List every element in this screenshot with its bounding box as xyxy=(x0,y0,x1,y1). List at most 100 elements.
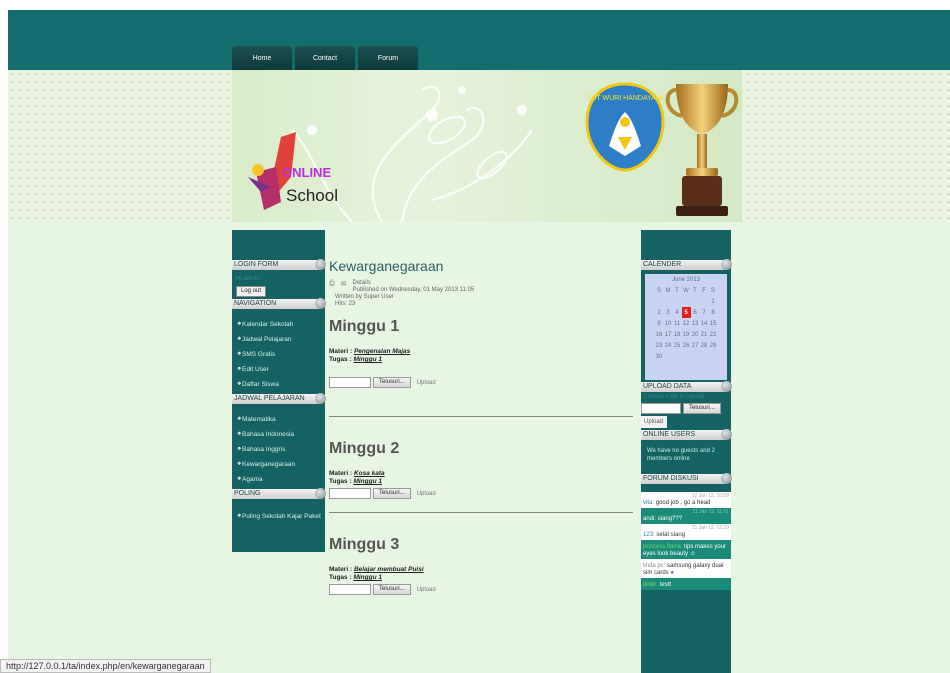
calendar-day[interactable]: 18 xyxy=(673,329,682,340)
calendar-day[interactable] xyxy=(691,296,700,307)
calendar-day[interactable]: 7 xyxy=(700,307,709,318)
week-2-tugas: Tugas : Minggu 1 xyxy=(329,478,639,486)
poling-title-label: POLING xyxy=(234,490,261,497)
week-1-materi-link[interactable]: Pengenalan Majas xyxy=(354,348,410,355)
calendar-day[interactable]: 9 xyxy=(655,318,664,329)
calendar-day[interactable]: 16 xyxy=(655,329,664,340)
calendar-day[interactable] xyxy=(664,296,673,307)
calendar-day[interactable] xyxy=(655,296,664,307)
calendar-day[interactable] xyxy=(682,351,691,362)
nav-item-kalendar-sekolah[interactable]: Kalendar Sekolah xyxy=(232,317,325,332)
week-3-browse-button[interactable]: Telusuri... xyxy=(373,584,411,595)
jadwal-title-label: JADWAL PELAJARAN xyxy=(234,395,305,402)
calendar-day[interactable]: 2 xyxy=(655,307,664,318)
logo-word-online: ONLINE xyxy=(282,165,332,180)
calendar-day-today[interactable]: 5 xyxy=(681,307,691,318)
calendar-month: June 2013 xyxy=(671,277,701,283)
week-2-tugas-link[interactable]: Minggu 1 xyxy=(353,478,382,485)
calendar-day[interactable]: 10 xyxy=(664,318,673,329)
poll-item[interactable]: Poling Sekolah Kajar Paket xyxy=(232,509,325,524)
calendar-day[interactable]: 1 xyxy=(709,296,718,307)
calendar-day[interactable]: 20 xyxy=(691,329,700,340)
chat-time: 12 Jan 13, 10:59 xyxy=(691,493,729,499)
calendar-day[interactable]: 14 xyxy=(700,318,709,329)
calendar-day[interactable]: 6 xyxy=(691,307,700,318)
calendar-widget: June 2013 S M T W T F S 1 2 3 4 5 6 7 8 … xyxy=(645,274,727,380)
calendar-day[interactable]: 23 xyxy=(655,340,664,351)
calendar-day[interactable]: 17 xyxy=(664,329,673,340)
jadwal-item-agama[interactable]: Agama xyxy=(232,472,325,487)
calendar-day[interactable]: 22 xyxy=(709,329,718,340)
calendar-day[interactable] xyxy=(700,296,709,307)
calendar-day[interactable]: 11 xyxy=(673,318,682,329)
week-1-upload-button[interactable]: Upload xyxy=(417,380,436,386)
jadwal-item-kewarganegaraan[interactable]: Kewarganegaraan xyxy=(232,457,325,472)
chat-author[interactable]: princess fiorra: xyxy=(643,544,682,550)
nav-forum[interactable]: Forum xyxy=(358,46,418,70)
calendar-day[interactable]: 12 xyxy=(682,318,691,329)
week-3-materi-link[interactable]: Belajar membuat Puisi xyxy=(354,566,424,573)
calendar-day[interactable]: 27 xyxy=(691,340,700,351)
ball-icon xyxy=(721,429,732,440)
logout-button[interactable]: Log out xyxy=(236,286,266,297)
calendar-day[interactable] xyxy=(691,351,700,362)
chat-box: 12 Jan 13, 10:59 vita: good job , go a h… xyxy=(641,492,731,642)
calendar-day[interactable] xyxy=(682,296,691,307)
nav-item-sms-gratis[interactable]: SMS Gratis xyxy=(232,347,325,362)
nav-home[interactable]: Home xyxy=(232,46,292,70)
print-icon[interactable]: ⎙ xyxy=(329,280,335,288)
sidebar-browse-button[interactable]: Telusuri... xyxy=(683,403,721,414)
week-3-tugas-link[interactable]: Minggu 1 xyxy=(353,574,382,581)
forum-title: FORUM DISKUSI xyxy=(641,473,732,484)
chat-message: 12 Jan 13, 10:59 vita: good job , go a h… xyxy=(641,492,731,508)
calendar-day[interactable] xyxy=(700,351,709,362)
nav-contact[interactable]: Contact xyxy=(295,46,355,70)
sidebar-file-input[interactable] xyxy=(641,403,681,414)
chat-author[interactable]: andi: xyxy=(643,516,656,522)
calendar-day[interactable]: 24 xyxy=(664,340,673,351)
calendar-day[interactable] xyxy=(673,296,682,307)
chat-author[interactable]: dndn: xyxy=(643,582,658,588)
calendar-day[interactable] xyxy=(673,351,682,362)
calendar-day[interactable] xyxy=(709,351,718,362)
week-1-browse-button[interactable]: Telusuri... xyxy=(373,377,411,388)
calendar-day[interactable]: 30 xyxy=(655,351,664,362)
calendar-day[interactable]: 26 xyxy=(682,340,691,351)
week-1-file-input[interactable] xyxy=(329,377,371,388)
chat-author[interactable]: vita: xyxy=(643,500,654,506)
calendar-day[interactable]: 19 xyxy=(682,329,691,340)
week-2-browse-button[interactable]: Telusuri... xyxy=(373,488,411,499)
week-1-tugas-link[interactable]: Minggu 1 xyxy=(353,356,382,363)
materi-label: Materi : xyxy=(329,566,353,573)
week-2-upload-row: Telusuri... Upload xyxy=(329,488,639,499)
calendar-day[interactable]: 25 xyxy=(673,340,682,351)
calendar-day[interactable] xyxy=(664,351,673,362)
calendar-day[interactable]: 29 xyxy=(709,340,718,351)
chat-author[interactable]: 123: xyxy=(643,532,655,538)
calendar-day[interactable]: 21 xyxy=(700,329,709,340)
sidebar-upload-button[interactable]: Upload xyxy=(641,416,667,428)
week-3-file-input[interactable] xyxy=(329,584,371,595)
calendar-day[interactable]: 28 xyxy=(700,340,709,351)
calendar-day[interactable]: 3 xyxy=(664,307,673,318)
nav-item-daftar-siswa[interactable]: Daftar Siswa xyxy=(232,377,325,392)
jadwal-item-bahasa-inggris[interactable]: Bahasa Inggris xyxy=(232,442,325,457)
jadwal-item-matematika[interactable]: Matematika xyxy=(232,412,325,427)
nav-item-jadwal-pelajaran[interactable]: Jadwal Pelajaran xyxy=(232,332,325,347)
email-icon[interactable]: ✉ xyxy=(341,280,347,288)
calendar-day[interactable]: 8 xyxy=(709,307,718,318)
week-2-heading: Minggu 2 xyxy=(329,440,400,457)
calendar-day[interactable]: 15 xyxy=(709,318,718,329)
nav-item-edit-user[interactable]: Edit User xyxy=(232,362,325,377)
weekday: T xyxy=(675,287,679,294)
calendar-day[interactable]: 4 xyxy=(673,307,682,318)
week-2-materi-link[interactable]: Kosa kata xyxy=(354,470,385,477)
week-3-upload-button[interactable]: Upload xyxy=(417,587,436,593)
chat-author[interactable]: linda pc: xyxy=(643,563,665,569)
week-2-upload-button[interactable]: Upload xyxy=(417,491,436,497)
calendar-day[interactable]: 13 xyxy=(691,318,700,329)
calendar-title: CALENDER xyxy=(641,259,732,270)
jadwal-item-bahasa-indonesia[interactable]: Bahasa Indonesia xyxy=(232,427,325,442)
week-2-file-input[interactable] xyxy=(329,488,371,499)
week-3-heading: Minggu 3 xyxy=(329,536,400,553)
